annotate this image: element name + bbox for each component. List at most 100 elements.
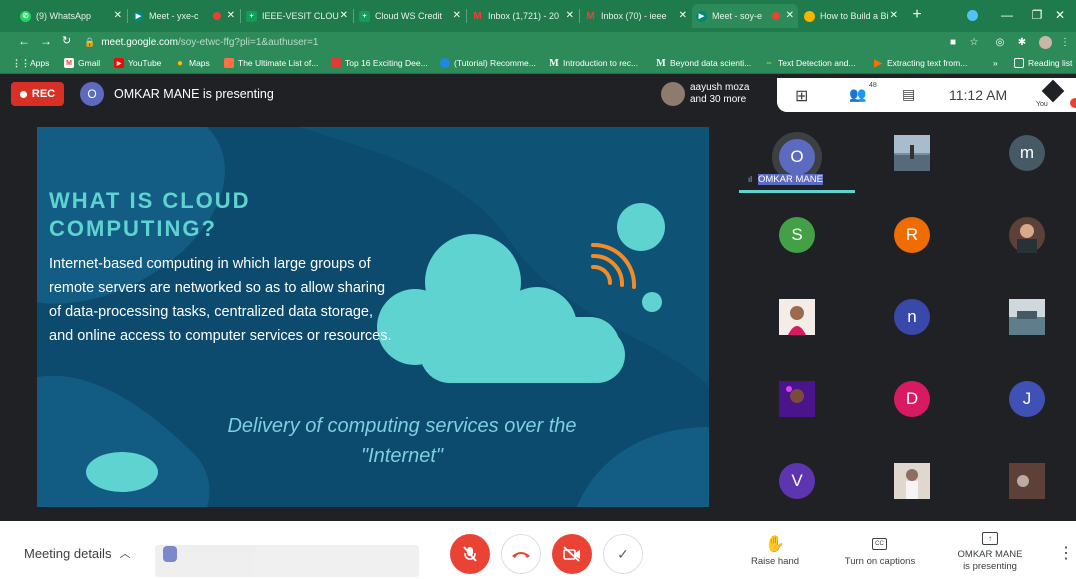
camera-off-button[interactable]	[552, 534, 592, 574]
captions-icon[interactable]: CC	[872, 538, 887, 550]
camera-icon[interactable]: ■	[946, 35, 960, 49]
slide-body-line: and online access to computer services o…	[49, 328, 392, 344]
bookmark-text-detection[interactable]: ∞ Text Detection and...	[764, 56, 856, 70]
tab-whatsapp[interactable]: ✆ (9) WhatsApp ✕	[16, 4, 126, 28]
profile-avatar[interactable]	[1038, 35, 1052, 49]
medium-icon: M	[656, 57, 666, 69]
bookmark-label: Text Detection and...	[778, 58, 856, 68]
bookmark-apps[interactable]: ⋮⋮ Apps	[12, 56, 50, 70]
present-screen-icon[interactable]: ↑	[982, 532, 998, 545]
participant-avatar[interactable]: V	[779, 463, 815, 499]
tab-label: (9) WhatsApp	[36, 11, 92, 21]
people-icon[interactable]: 👥	[849, 86, 866, 103]
presenting-diamond-icon[interactable]	[1041, 79, 1065, 103]
participant-avatar[interactable]	[894, 463, 930, 499]
bookmark-label: Beyond data scienti...	[670, 58, 752, 68]
close-tab-icon[interactable]: ✕	[340, 10, 348, 21]
tab-label: Inbox (1,721) - 20	[488, 11, 560, 21]
participant-avatar[interactable]: O	[779, 139, 815, 175]
bookmark-label: Apps	[30, 58, 50, 68]
participant-avatar[interactable]	[894, 135, 930, 171]
bookmark-gmail[interactable]: M Gmail	[64, 56, 100, 70]
participant-avatar[interactable]	[1009, 463, 1045, 499]
presentation-slide: WHAT IS CLOUD COMPUTING? Internet-based …	[37, 127, 709, 507]
close-window-button[interactable]: ✕	[1044, 4, 1076, 26]
bookmark-intro-rec[interactable]: M Introduction to rec...	[549, 56, 638, 70]
close-tab-icon[interactable]: ✕	[566, 10, 574, 21]
close-tab-icon[interactable]: ✕	[890, 10, 898, 21]
bookmark-reading-list[interactable]: Reading list	[1014, 56, 1072, 70]
bookmark-label: YouTube	[128, 58, 162, 68]
bookmark-label: Gmail	[78, 58, 101, 68]
back-icon[interactable]: ←	[18, 34, 30, 48]
raise-hand-label[interactable]: Raise hand	[735, 556, 815, 567]
slide-body-line: Internet-based computing in which large …	[49, 256, 371, 272]
slide-title-line: WHAT IS CLOUD	[49, 188, 251, 213]
participant-avatar[interactable]: J	[1009, 381, 1045, 417]
people-count: 48	[869, 82, 877, 89]
more-bookmarks-button[interactable]: »	[993, 56, 998, 70]
tab-meet-soy[interactable]: ▶ Meet - soy-e ✕	[692, 4, 798, 28]
active-speaker-indicator	[739, 190, 855, 193]
meet-icon: ▶	[696, 10, 707, 22]
participant-avatar[interactable]: R	[894, 217, 930, 253]
bookmark-beyond-data[interactable]: M Beyond data scienti...	[656, 56, 751, 70]
confirm-button[interactable]: ✓	[603, 534, 643, 574]
chat-icon[interactable]: ▤	[902, 86, 915, 103]
active-speaker-label: ıl OMKAR MANE	[748, 174, 823, 185]
new-tab-button[interactable]: +	[904, 4, 930, 26]
close-tab-icon[interactable]: ✕	[114, 10, 122, 21]
bookmark-icon	[331, 58, 341, 68]
presenting-status-button[interactable]: OMKAR MANE is presenting	[945, 549, 1035, 573]
close-tab-icon[interactable]: ✕	[227, 10, 235, 21]
tab-meet-yxe[interactable]: ▶ Meet - yxe-c ✕	[129, 4, 239, 28]
meeting-details-button[interactable]: Meeting details ︿	[24, 545, 130, 561]
bookmark-youtube[interactable]: ▶ YouTube	[114, 56, 161, 70]
close-tab-icon[interactable]: ✕	[679, 10, 687, 21]
leave-call-button[interactable]	[501, 534, 541, 574]
bookmark-ultimate-list[interactable]: The Ultimate List of...	[224, 56, 318, 70]
participant-avatar[interactable]: m	[1009, 135, 1045, 171]
captions-label[interactable]: Turn on captions	[830, 556, 930, 567]
close-tab-icon[interactable]: ✕	[786, 10, 794, 21]
meeting-details-label: Meeting details	[24, 545, 112, 561]
tab-label: Inbox (70) - ieee	[601, 11, 667, 21]
bookmark-tutorial[interactable]: (Tutorial) Recomme...	[440, 56, 536, 70]
reload-icon[interactable]: ↻	[62, 34, 71, 47]
microphone-off-button[interactable]	[450, 534, 490, 574]
tab-inbox-70[interactable]: M Inbox (70) - ieee ✕	[581, 4, 691, 28]
url-path: /soy-etwc-ffg?pli=1&authuser=1	[177, 36, 319, 48]
minimize-button[interactable]: —	[990, 4, 1024, 26]
participant-avatar[interactable]: S	[779, 217, 815, 253]
tab-inbox-1721[interactable]: M Inbox (1,721) - 20 ✕	[468, 4, 578, 28]
url-bar[interactable]: 🔒 meet.google.com /soy-etwc-ffg?pli=1&au…	[84, 33, 934, 51]
participant-grid: O ıl OMKAR MANE m S R n D J V	[738, 114, 1076, 521]
layout-grid-icon[interactable]: ⊞	[795, 86, 808, 106]
alert-dot-icon	[1070, 98, 1076, 108]
bookmark-top16[interactable]: Top 16 Exciting Dee...	[331, 56, 428, 70]
tab-cloud-ws[interactable]: + Cloud WS Credit ✕	[355, 4, 465, 28]
close-tab-icon[interactable]: ✕	[453, 10, 461, 21]
extensions-puzzle-icon[interactable]: ✱	[1015, 35, 1029, 49]
tab-how-to-build[interactable]: How to Build a Bi ✕	[800, 4, 902, 28]
participant-avatar[interactable]: n	[894, 299, 930, 335]
profile-sync-icon[interactable]	[957, 4, 987, 26]
participant-avatar[interactable]	[779, 381, 815, 417]
participant-avatar[interactable]	[1009, 299, 1045, 335]
sheets-icon: +	[359, 10, 370, 22]
bookmark-star-icon[interactable]: ☆	[967, 35, 981, 49]
raise-hand-icon[interactable]: ✋	[765, 534, 785, 554]
bookmark-extracting-text[interactable]: ▶ Extracting text from...	[873, 56, 967, 70]
tab-ieee-vesit[interactable]: + IEEE-VESIT CLOU ✕	[242, 4, 352, 28]
bookmark-label: Maps	[189, 58, 210, 68]
lock-icon: 🔒	[84, 36, 96, 47]
forward-icon[interactable]: →	[40, 34, 52, 48]
participant-avatar[interactable]: D	[894, 381, 930, 417]
menu-dots-icon[interactable]: ⋮	[1058, 35, 1072, 49]
extension-icon[interactable]: ◎	[993, 35, 1007, 49]
bookmark-maps[interactable]: ● Maps	[175, 56, 210, 70]
participant-avatar[interactable]	[779, 299, 815, 335]
camera-off-icon	[563, 546, 580, 562]
more-options-icon[interactable]: ⋮	[1058, 543, 1074, 563]
participant-avatar[interactable]	[1009, 217, 1045, 253]
